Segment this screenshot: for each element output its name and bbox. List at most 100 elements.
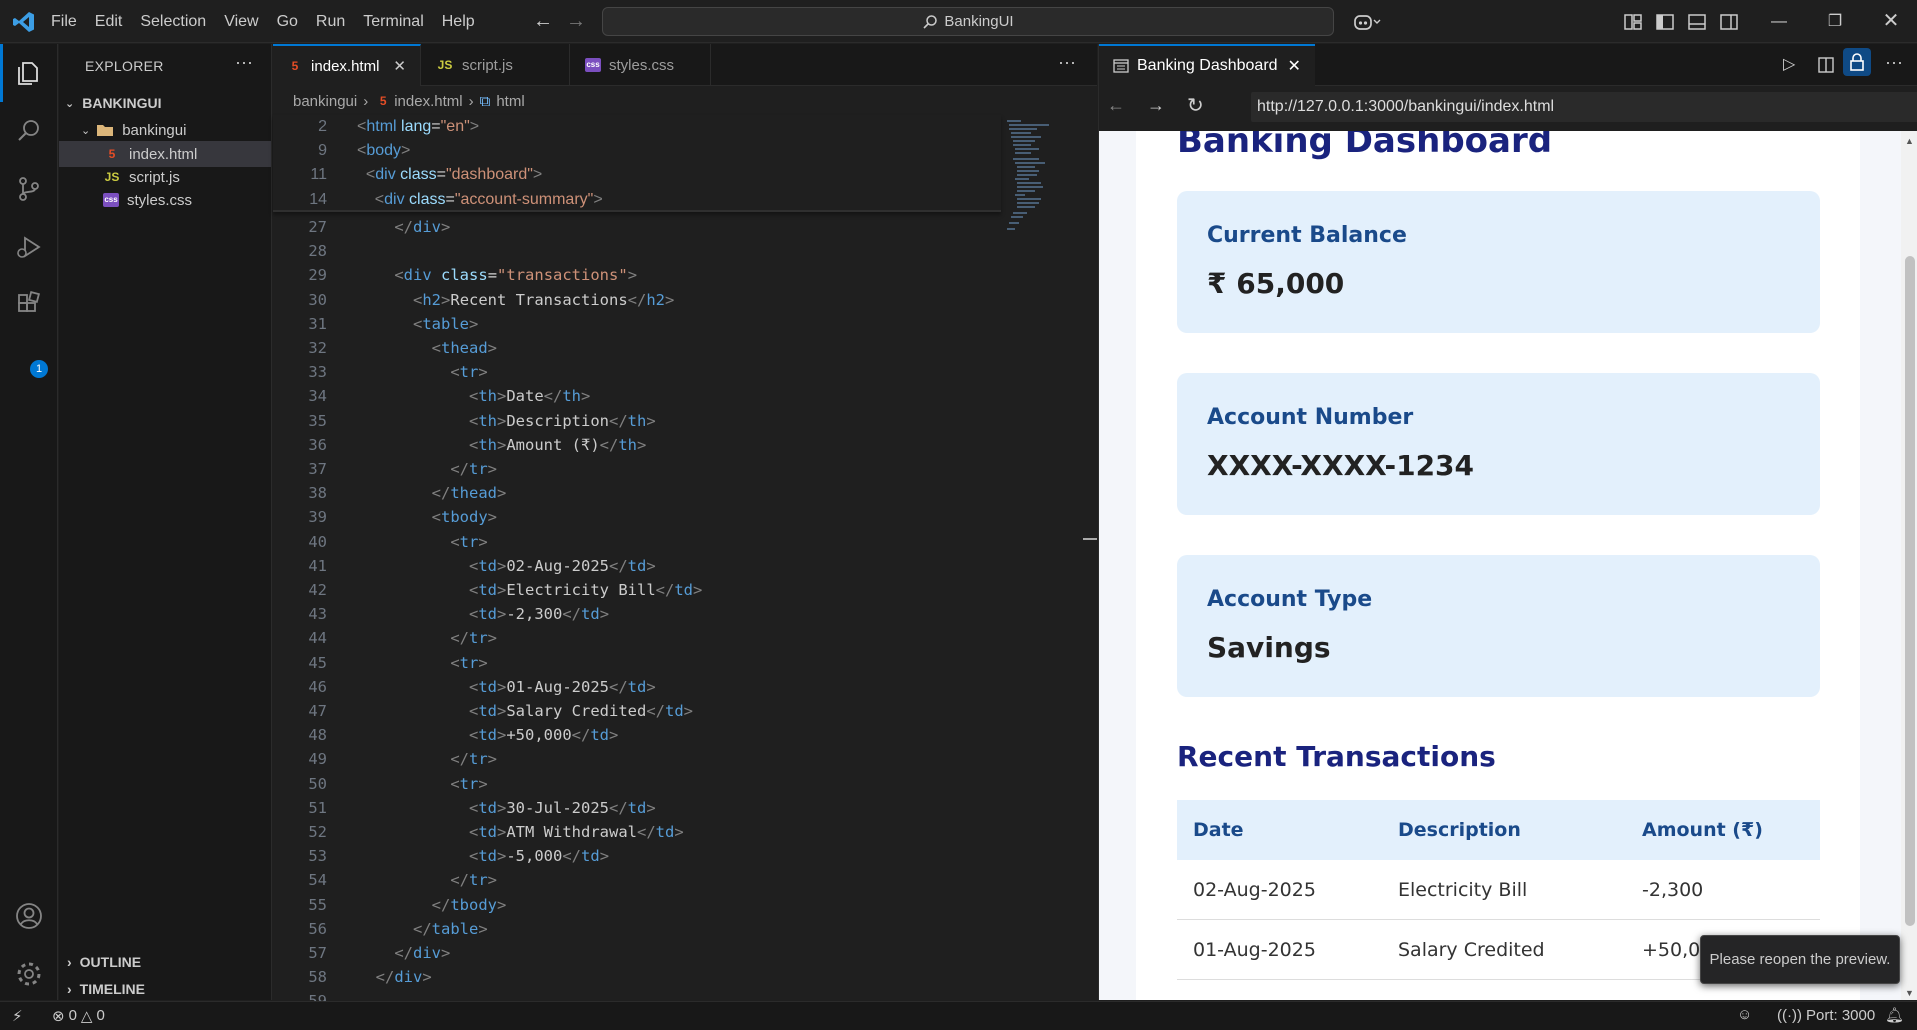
code-line[interactable]: <td>Salary Credited</td> <box>357 699 693 723</box>
code-line[interactable]: <div class="dashboard"> <box>357 163 542 187</box>
scroll-down-arrow-icon[interactable]: ▼ <box>1905 988 1914 998</box>
menu-run[interactable]: Run <box>307 0 354 43</box>
editor-more-actions-icon[interactable]: ··· <box>1058 52 1076 73</box>
timeline-section[interactable]: › TIMELINE <box>59 976 271 1002</box>
file-styles-css[interactable]: css styles.css <box>59 187 271 213</box>
split-editor-icon[interactable] <box>1817 56 1835 74</box>
breadcrumb-file[interactable]: index.html <box>394 93 462 110</box>
explorer-icon[interactable] <box>0 44 58 102</box>
code-line[interactable]: <td>-2,300</td> <box>357 602 609 626</box>
code-line[interactable]: <div class="transactions"> <box>357 263 637 287</box>
line-number: 34 <box>308 387 327 406</box>
code-line[interactable]: </table> <box>357 917 488 941</box>
source-control-icon[interactable] <box>0 160 58 218</box>
toggle-panel-icon[interactable] <box>1686 11 1708 33</box>
code-line[interactable]: <td>Electricity Bill</td> <box>357 578 702 602</box>
breadcrumb-symbol[interactable]: html <box>496 93 524 110</box>
code-line[interactable]: <td>+50,000</td> <box>357 723 618 747</box>
code-line[interactable]: </tr> <box>357 868 497 892</box>
code-line[interactable]: </tbody> <box>357 893 507 917</box>
code-line[interactable]: </div> <box>357 941 450 965</box>
code-line[interactable]: <tbody> <box>357 505 497 529</box>
code-line[interactable]: </tr> <box>357 457 497 481</box>
menu-go[interactable]: Go <box>268 0 307 43</box>
browser-preview-icon <box>1113 59 1129 73</box>
close-tab-icon[interactable]: ✕ <box>393 57 406 75</box>
settings-gear-icon[interactable] <box>0 945 58 1003</box>
code-line[interactable]: <tr> <box>357 530 487 554</box>
code-line[interactable]: <td>-5,000</td> <box>357 844 609 868</box>
reload-icon[interactable]: ↻ <box>1187 93 1204 118</box>
menu-view[interactable]: View <box>215 0 267 43</box>
tab-script-js[interactable]: JS script.js <box>422 44 570 86</box>
code-line[interactable]: <thead> <box>357 336 497 360</box>
code-line[interactable]: <td>30-Jul-2025</td> <box>357 796 656 820</box>
code-line[interactable]: <html lang="en"> <box>357 115 479 139</box>
line-number: 30 <box>308 290 327 309</box>
customize-layout-icon[interactable] <box>1622 11 1644 33</box>
accounts-icon[interactable] <box>0 887 58 945</box>
code-line[interactable]: </tr> <box>357 626 497 650</box>
forward-arrow-icon[interactable]: → <box>565 10 587 32</box>
back-arrow-icon[interactable]: ← <box>532 10 554 32</box>
menu-selection[interactable]: Selection <box>131 0 215 43</box>
workspace-root[interactable]: ⌄ BANKINGUI <box>59 90 271 116</box>
notifications-bell-icon[interactable]: 🔔︎ <box>1885 1006 1904 1024</box>
breadcrumb-folder[interactable]: bankingui <box>293 93 357 110</box>
toggle-secondary-sidebar-icon[interactable] <box>1718 11 1740 33</box>
code-line[interactable]: </thead> <box>357 481 507 505</box>
sticky-scroll-header[interactable]: 2 <html lang="en"> 9 <body> 11 <div class="d… <box>273 115 1001 212</box>
code-line[interactable]: <td>02-Aug-2025</td> <box>357 554 656 578</box>
tab-banking-dashboard[interactable]: Banking Dashboard ✕ <box>1099 44 1315 86</box>
close-tab-icon[interactable]: ✕ <box>1288 56 1301 76</box>
outline-section[interactable]: › OUTLINE <box>59 949 271 975</box>
minimize-icon[interactable]: — <box>1751 0 1807 43</box>
code-line[interactable]: <table> <box>357 312 478 336</box>
more-actions-icon[interactable]: ··· <box>235 52 253 73</box>
restore-icon[interactable]: ❐ <box>1807 0 1863 43</box>
code-line[interactable]: <tr> <box>357 360 487 384</box>
code-line[interactable]: <div class="account-summary"> <box>357 188 603 212</box>
code-line[interactable]: <tr> <box>357 772 487 796</box>
menu-terminal[interactable]: Terminal <box>354 0 432 43</box>
code-line[interactable]: <th>Date</th> <box>357 384 590 408</box>
run-icon[interactable]: ▷ <box>1783 54 1795 74</box>
code-line[interactable]: <tr> <box>357 651 487 675</box>
code-line[interactable]: </div> <box>357 965 432 989</box>
toggle-primary-sidebar-icon[interactable] <box>1654 11 1676 33</box>
url-input[interactable]: http://127.0.0.1:3000/bankingui/index.ht… <box>1251 92 1917 122</box>
code-line[interactable]: <th>Description</th> <box>357 409 656 433</box>
extensions-icon[interactable] <box>0 276 58 334</box>
preview-more-actions-icon[interactable]: ··· <box>1885 52 1903 73</box>
preview-scrollbar-thumb[interactable] <box>1905 256 1915 926</box>
minimap[interactable] <box>1003 116 1083 240</box>
lock-group-button[interactable] <box>1843 48 1871 76</box>
copilot-status-icon[interactable]: ☺ <box>1737 1006 1752 1023</box>
code-line[interactable]: <body> <box>357 139 410 163</box>
live-server-port[interactable]: ((·)) Port: 3000 <box>1777 1007 1875 1024</box>
menu-edit[interactable]: Edit <box>86 0 132 43</box>
folder-bankingui[interactable]: ⌄ bankingui <box>59 117 271 143</box>
menu-help[interactable]: Help <box>433 0 484 43</box>
menu-file[interactable]: File <box>42 0 86 43</box>
code-line[interactable]: </tr> <box>357 747 497 771</box>
close-window-icon[interactable]: ✕ <box>1863 0 1917 43</box>
scroll-up-arrow-icon[interactable]: ▲ <box>1905 136 1914 146</box>
reopen-preview-toast[interactable]: Please reopen the preview. <box>1700 935 1900 984</box>
browser-back-icon[interactable]: ← <box>1107 95 1125 116</box>
run-debug-icon[interactable] <box>0 218 58 276</box>
tab-styles-css[interactable]: css styles.css <box>571 44 711 86</box>
code-line[interactable]: <h2>Recent Transactions</h2> <box>357 288 674 312</box>
code-line[interactable]: <th>Amount (₹)</th> <box>357 433 646 457</box>
tab-index-html[interactable]: 5 index.html ✕ <box>273 44 421 86</box>
browser-forward-icon[interactable]: → <box>1147 95 1165 116</box>
code-line[interactable]: <td>01-Aug-2025</td> <box>357 675 656 699</box>
code-line[interactable]: </div> <box>357 215 450 239</box>
copilot-icon[interactable] <box>1352 11 1382 33</box>
problems-indicator[interactable]: ⊗ 0 △ 0 <box>52 1007 105 1025</box>
command-center-search[interactable]: BankingUI <box>602 7 1334 36</box>
code-editor[interactable]: 27 </div> 28 29 <div class="transactions">… <box>273 115 1097 1010</box>
code-line[interactable]: <td>ATM Withdrawal</td> <box>357 820 684 844</box>
search-view-icon[interactable] <box>0 102 58 160</box>
remote-icon[interactable]: ⚡ <box>12 1007 23 1025</box>
